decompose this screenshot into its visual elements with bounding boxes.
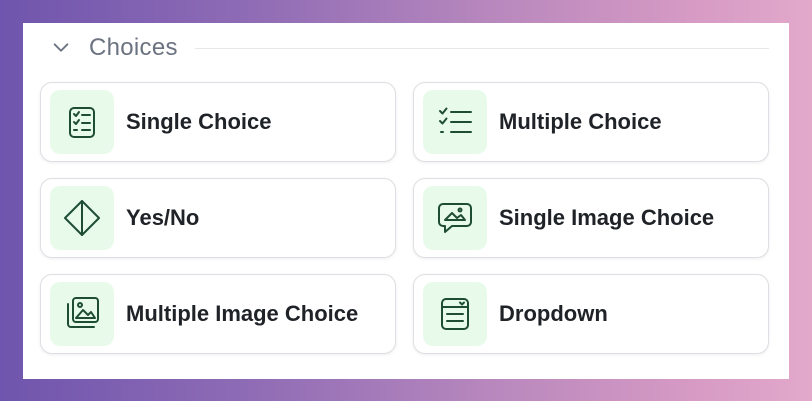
multi-check-list-icon xyxy=(439,107,472,133)
section-title: Choices xyxy=(89,34,178,61)
card-label: Yes/No xyxy=(126,205,200,230)
card-label: Multiple Image Choice xyxy=(126,301,359,326)
card-label: Multiple Choice xyxy=(499,109,662,134)
checklist-icon xyxy=(69,107,95,138)
card-label: Single Image Choice xyxy=(499,205,715,230)
dropdown-box-icon xyxy=(441,298,469,330)
icon-container xyxy=(423,186,487,250)
icon-container xyxy=(423,90,487,154)
diamond-split-icon xyxy=(64,200,100,236)
card-label: Single Choice xyxy=(126,109,272,134)
chevron-down-icon[interactable] xyxy=(49,36,73,60)
section-divider xyxy=(194,47,769,49)
image-message-icon xyxy=(438,203,472,233)
choice-single-choice[interactable]: Single Choice xyxy=(40,82,396,162)
choice-multiple-image-choice[interactable]: Multiple Image Choice xyxy=(40,274,396,354)
choice-single-image-choice[interactable]: Single Image Choice xyxy=(413,178,769,258)
choice-yes-no[interactable]: Yes/No xyxy=(40,178,396,258)
choice-dropdown[interactable]: Dropdown xyxy=(413,274,769,354)
choices-panel: Choices Single Choice Multiple Choice Ye… xyxy=(23,23,789,379)
icon-container xyxy=(50,282,114,346)
icon-container xyxy=(50,90,114,154)
image-stack-icon xyxy=(67,297,99,328)
section-header: Choices xyxy=(49,34,769,61)
icon-container xyxy=(423,282,487,346)
icon-container xyxy=(50,186,114,250)
card-label: Dropdown xyxy=(499,301,608,326)
choice-multiple-choice[interactable]: Multiple Choice xyxy=(413,82,769,162)
